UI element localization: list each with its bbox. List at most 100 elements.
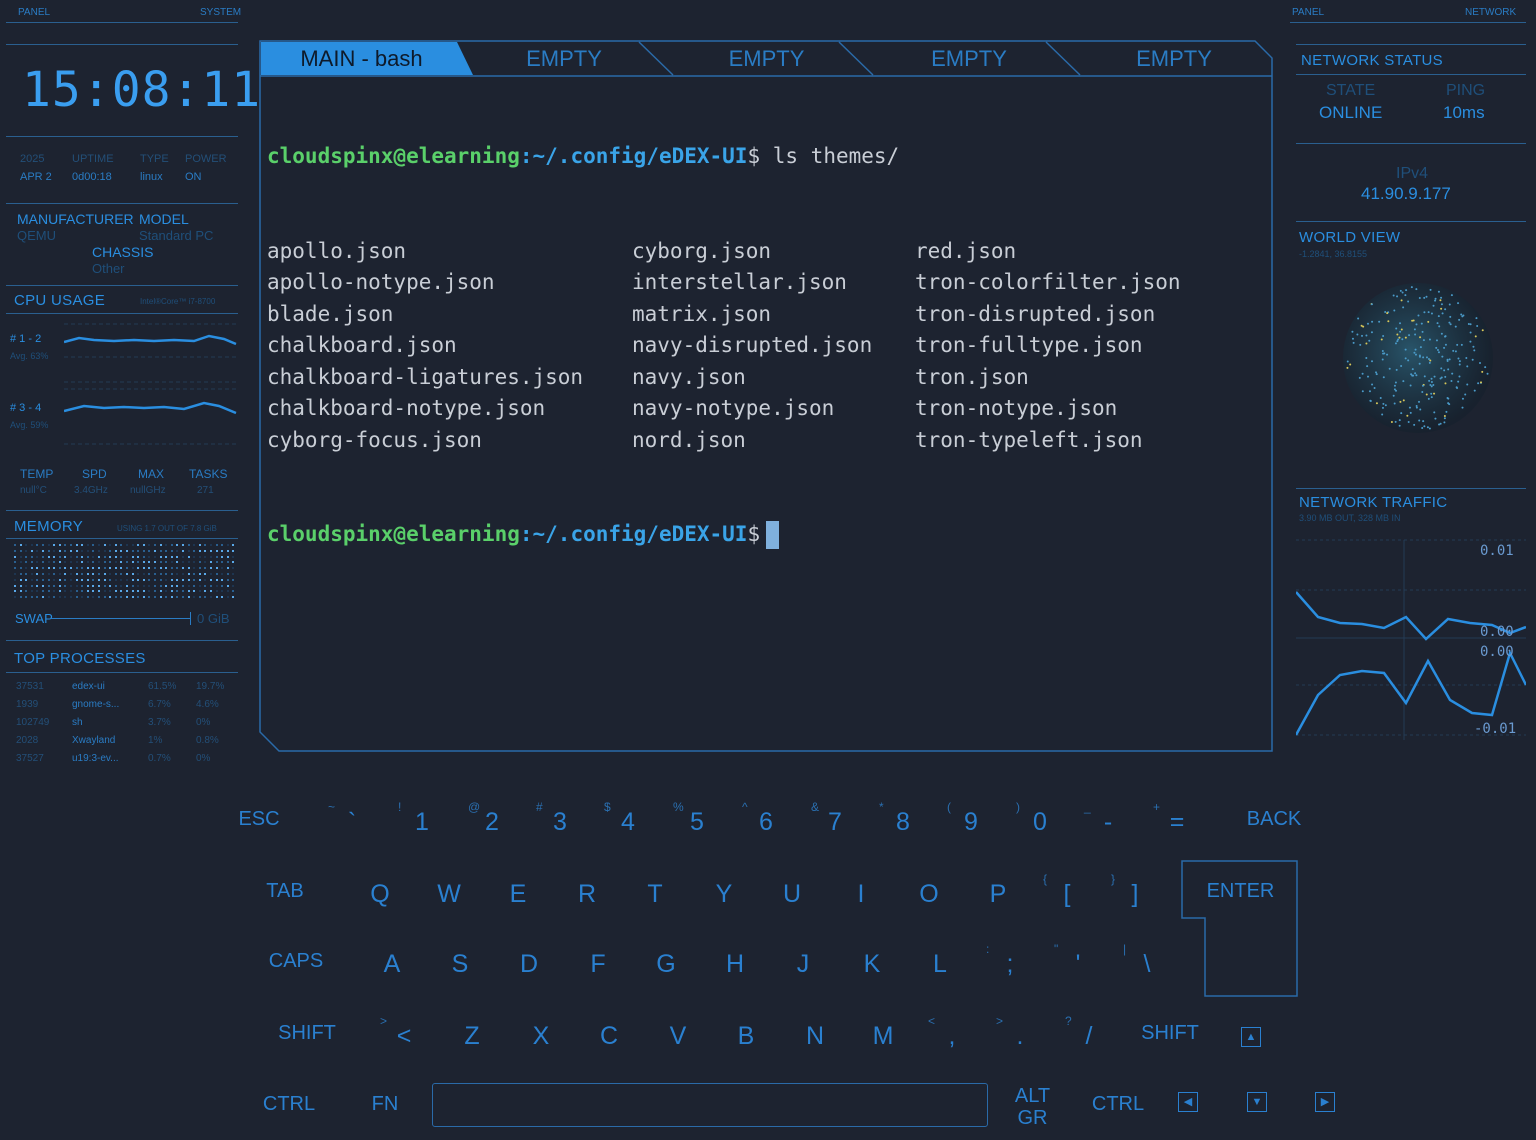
cpu-usage-title: CPU USAGE [14, 292, 106, 309]
key-shift-right[interactable]: SHIFT [1140, 1022, 1200, 1045]
process-field: 1939 [16, 699, 39, 710]
key-semicolon[interactable]: ;: [980, 942, 1040, 979]
key-alt-gr[interactable]: ALT GR [1005, 1086, 1060, 1130]
key-x[interactable]: X [511, 1022, 571, 1051]
key-n[interactable]: N [785, 1022, 845, 1051]
key-slash[interactable]: /? [1059, 1014, 1119, 1051]
key-ctrl-left[interactable]: CTRL [259, 1093, 319, 1116]
file-entry: chalkboard-notype.json [267, 396, 546, 420]
cpu-graph-2 [64, 388, 238, 445]
key-quote[interactable]: ' " [1048, 942, 1108, 979]
manufacturer-value: QEMU [17, 228, 56, 243]
key-y[interactable]: Y [694, 880, 754, 909]
arrow-right-icon[interactable]: ▶ [1315, 1092, 1335, 1112]
tab-empty-2[interactable]: EMPTY [664, 42, 869, 76]
stat-year: 2025 APR 2 [20, 153, 52, 183]
key-h[interactable]: H [705, 950, 765, 979]
on-screen-keyboard: ESC ` ~1! 2 @3 #4 $5% 6 ^ 7 & 8 * 9(0) - _ = + BACK TAB Q W E R… [0, 780, 1536, 1140]
key-g[interactable]: G [636, 950, 696, 979]
file-entry: navy-disrupted.json [632, 333, 873, 357]
key-5[interactable]: 5% [667, 800, 727, 837]
key-e[interactable]: E [488, 880, 548, 909]
traffic-tick: -0.01 [1474, 721, 1517, 737]
key-2[interactable]: 2 @ [462, 800, 522, 837]
arrow-up-icon[interactable]: ▲ [1241, 1027, 1261, 1047]
key-comma[interactable]: , < [922, 1014, 982, 1051]
key-tab[interactable]: TAB [255, 880, 315, 903]
cpu-row-avg: Avg. 63% [10, 351, 49, 361]
key-0[interactable]: 0) [1010, 800, 1070, 837]
key-j[interactable]: J [773, 950, 833, 979]
key-m[interactable]: M [853, 1022, 913, 1051]
file-entry: chalkboard.json [267, 333, 457, 357]
state-value: ONLINE [1319, 103, 1383, 122]
system-label: SYSTEM [200, 7, 242, 18]
key-shift-left[interactable]: SHIFT [277, 1022, 337, 1045]
memory-title: MEMORY [14, 518, 84, 535]
key-caps[interactable]: CAPS [266, 950, 326, 973]
key-3[interactable]: 3 # [530, 800, 590, 837]
key-f[interactable]: F [568, 950, 628, 979]
key-d[interactable]: D [499, 950, 559, 979]
key-4[interactable]: 4 $ [598, 800, 658, 837]
model-label: MODEL [139, 211, 189, 227]
key-k[interactable]: K [842, 950, 902, 979]
key-esc[interactable]: ESC [229, 808, 289, 831]
key-minus[interactable]: - _ [1078, 800, 1138, 837]
key-7[interactable]: 7 & [805, 800, 865, 837]
traffic-tick: 0.00 [1480, 644, 1514, 660]
key-9[interactable]: 9( [941, 800, 1001, 837]
cpu-row-label: # 3 - 4 [10, 402, 42, 414]
file-listing: apollo.json apollo-notype.json blade.json c… [267, 236, 1181, 457]
key-v[interactable]: V [648, 1022, 708, 1051]
key-o[interactable]: O [899, 880, 959, 909]
file-entry: tron-colorfilter.json [915, 270, 1181, 294]
key-s[interactable]: S [430, 950, 490, 979]
key-ctrl-right[interactable]: CTRL [1088, 1093, 1148, 1116]
cpu-tasks: TASKS 271 [189, 467, 228, 496]
key-back[interactable]: BACK [1244, 808, 1304, 831]
key-w[interactable]: W [419, 880, 479, 909]
key-q[interactable]: Q [350, 880, 410, 909]
tab-empty-3[interactable]: EMPTY [869, 42, 1069, 76]
key-r[interactable]: R [557, 880, 617, 909]
tab-empty-4[interactable]: EMPTY [1069, 42, 1279, 76]
key-period[interactable]: . > [990, 1014, 1050, 1051]
key-less-than[interactable]: < > [374, 1014, 434, 1051]
key-equals[interactable]: = + [1147, 800, 1207, 837]
key-a[interactable]: A [362, 950, 422, 979]
key-fn[interactable]: FN [355, 1093, 415, 1116]
key-bracket-right[interactable]: ]} [1105, 872, 1165, 909]
cpu-row-label: # 1 - 2 [10, 333, 42, 345]
key-z[interactable]: Z [442, 1022, 502, 1051]
globe-icon[interactable] [1320, 270, 1520, 470]
active-prompt-line[interactable]: cloudspinx@elearning:~/.config/eDEX-UI$ [267, 519, 899, 551]
enter-key-outline [1181, 860, 1298, 997]
key-6[interactable]: 6 ^ [736, 800, 796, 837]
key-backtick[interactable]: ` ~ [322, 800, 382, 837]
key-8[interactable]: 8 * [873, 800, 933, 837]
key-u[interactable]: U [762, 880, 822, 909]
process-field: 37527 [16, 753, 44, 764]
key-backslash[interactable]: \ | [1117, 942, 1177, 979]
tab-empty-1[interactable]: EMPTY [464, 42, 664, 76]
key-l[interactable]: L [910, 950, 970, 979]
left-panel: PANEL SYSTEM 15:08:11 2025 APR 2 UPTIME … [0, 0, 260, 780]
file-entry: tron-typeleft.json [915, 427, 1143, 452]
file-entry: blade.json [267, 301, 394, 326]
process-field: 61.5% [148, 681, 177, 692]
key-b[interactable]: B [716, 1022, 776, 1051]
key-t[interactable]: T [625, 880, 685, 909]
arrow-left-icon[interactable]: ◀ [1178, 1092, 1198, 1112]
right-panel: PANEL NETWORK NETWORK STATUS STATE ONLIN… [1290, 0, 1536, 760]
spacebar[interactable] [432, 1083, 988, 1127]
cpu-temp: TEMP null°C [20, 467, 54, 496]
arrow-down-icon[interactable]: ▼ [1247, 1092, 1267, 1112]
key-bracket-left[interactable]: [{ [1037, 872, 1097, 909]
key-c[interactable]: C [579, 1022, 639, 1051]
tab-main-bash[interactable]: MAIN - bash [259, 42, 464, 76]
key-1[interactable]: 1! [392, 800, 452, 837]
terminal-window[interactable]: MAIN - bash EMPTY EMPTY EMPTY EMPTY clou… [259, 40, 1273, 752]
key-p[interactable]: P [968, 880, 1028, 909]
key-i[interactable]: I [831, 880, 891, 909]
